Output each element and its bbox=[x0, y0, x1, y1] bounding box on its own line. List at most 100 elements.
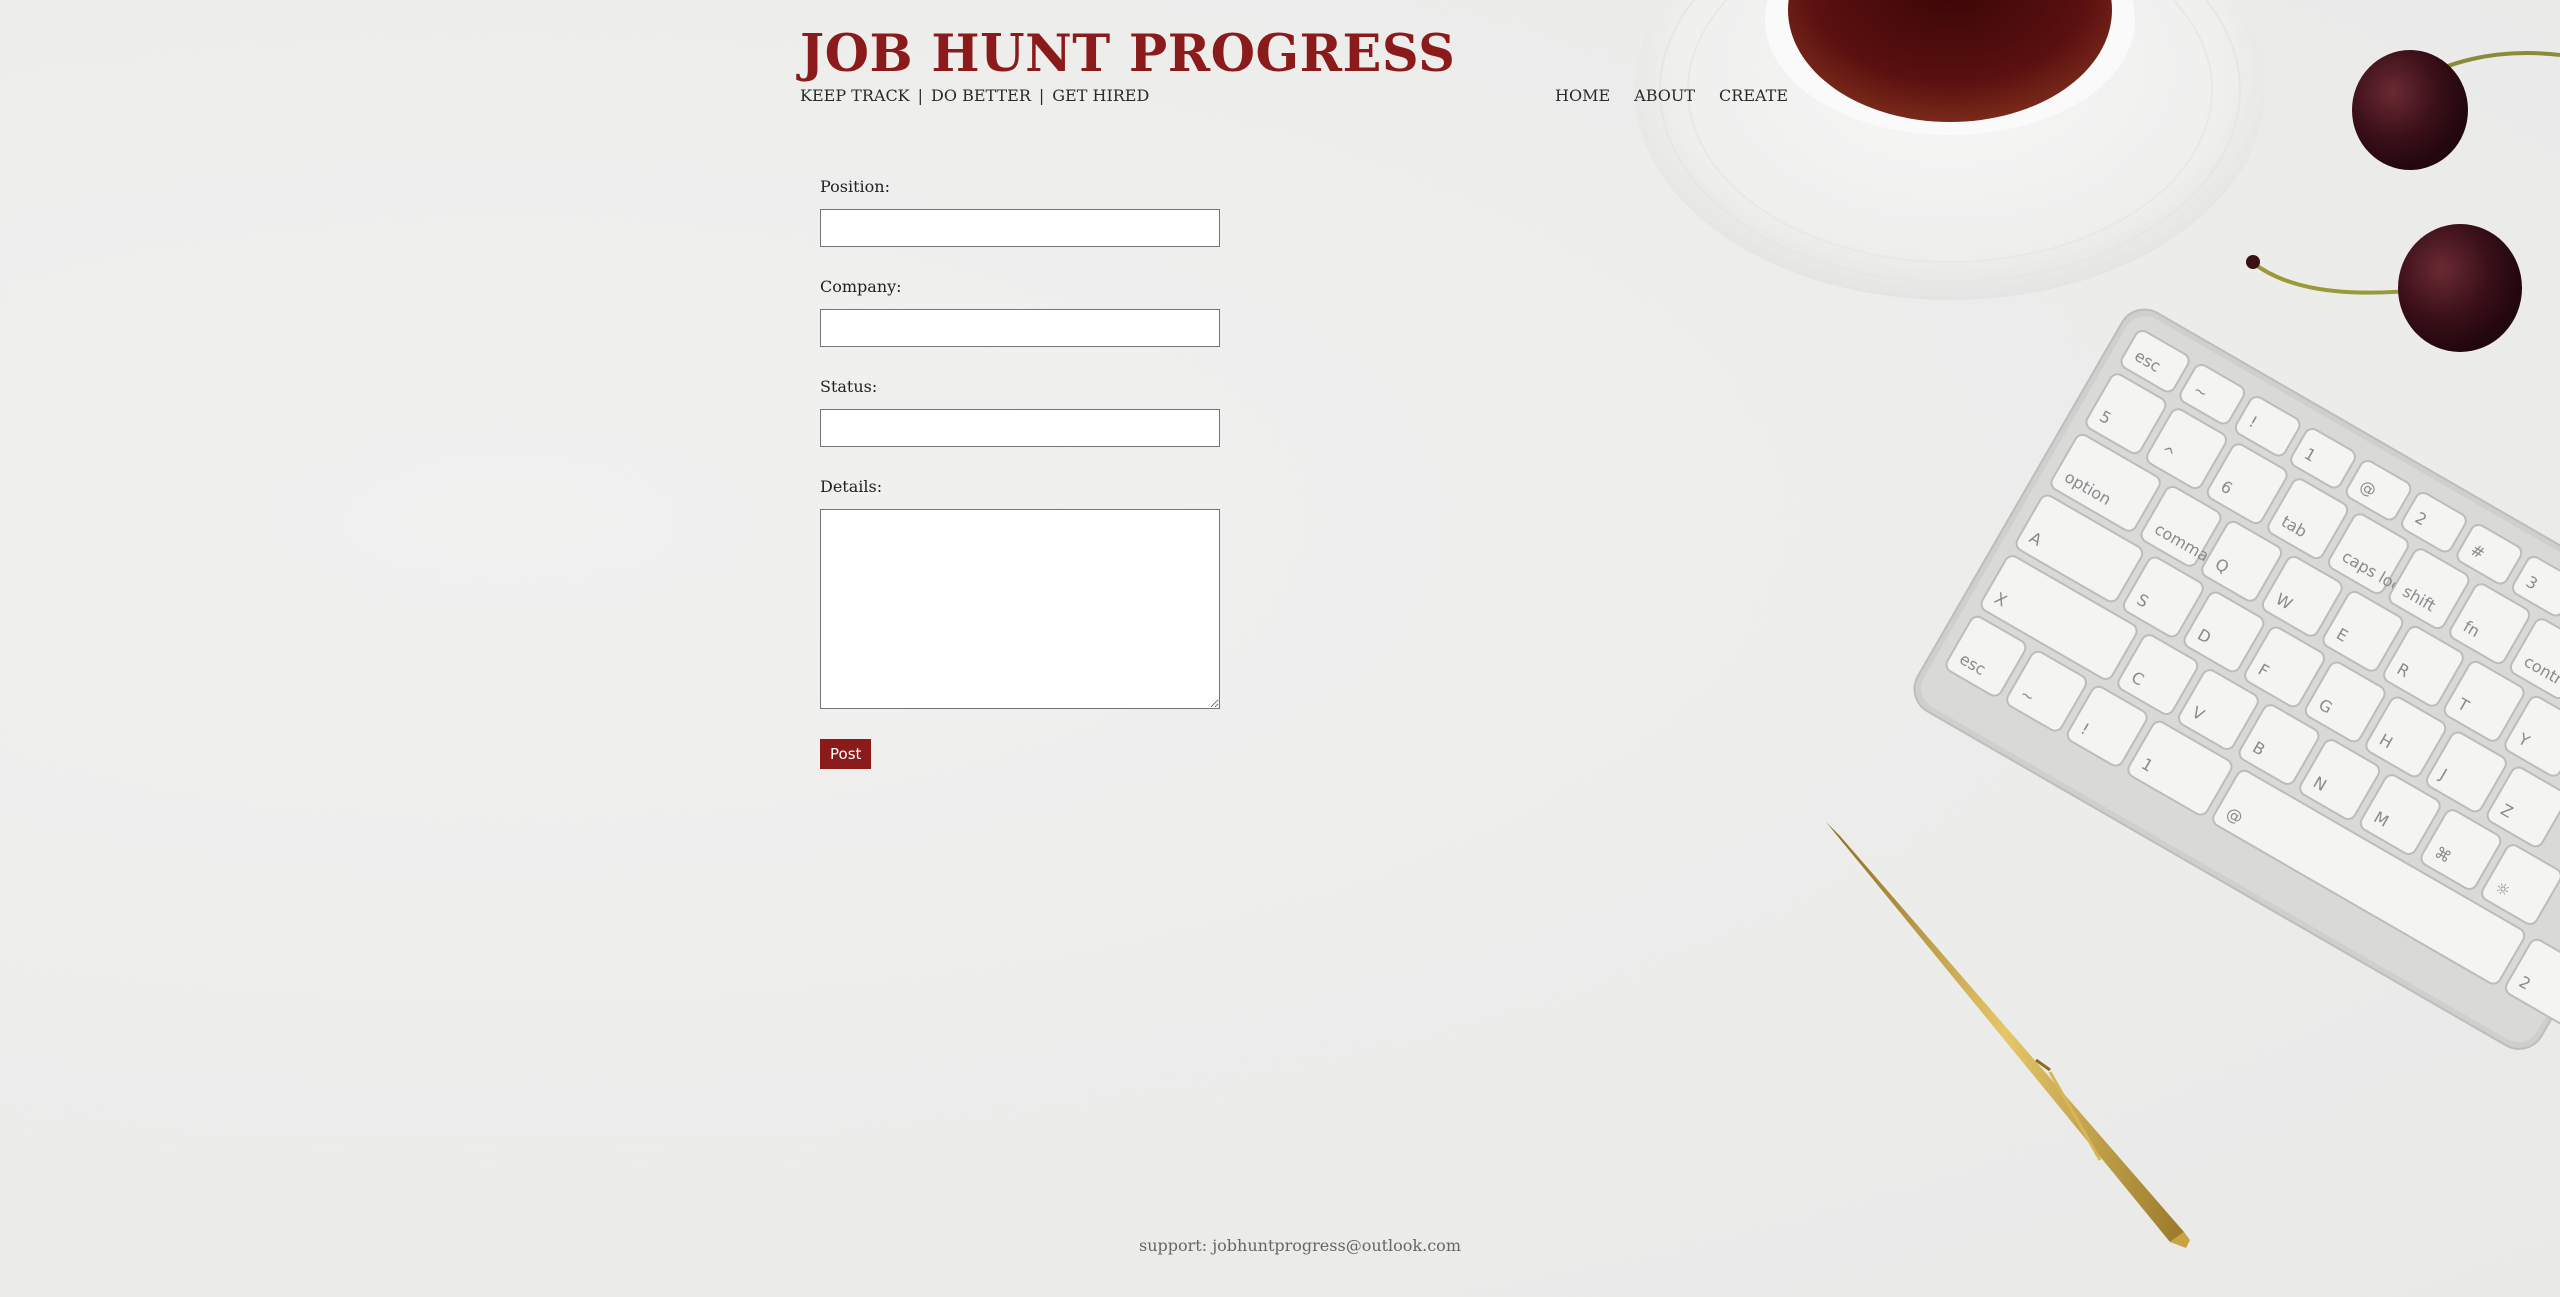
keyboard-key-label: @ bbox=[2223, 803, 2246, 827]
keyboard-key-label: D bbox=[2194, 625, 2214, 648]
tagline: KEEP TRACK | DO BETTER | GET HIRED bbox=[800, 86, 1149, 105]
keyboard-key-label: fn bbox=[2460, 617, 2483, 641]
nav-home-link[interactable]: HOME bbox=[1555, 86, 1610, 105]
status-label: Status: bbox=[820, 377, 878, 396]
keyboard-key bbox=[2066, 685, 2148, 767]
keyboard-key bbox=[2345, 459, 2412, 521]
keyboard-key-label: esc bbox=[1956, 649, 1989, 679]
keyboard-key bbox=[2179, 363, 2246, 425]
keyboard-key bbox=[2201, 520, 2283, 602]
company-input[interactable] bbox=[820, 309, 1220, 347]
keyboard-key bbox=[2015, 494, 2144, 603]
keyboard-key bbox=[2504, 695, 2560, 777]
keyboard-key bbox=[2388, 548, 2470, 630]
keyboard-key-label: 1 bbox=[2138, 754, 2156, 776]
keyboard-key-label: ! bbox=[2077, 719, 2092, 739]
keyboard-key bbox=[2050, 433, 2161, 532]
keyboard-key-label: ☼ bbox=[2492, 878, 2514, 902]
nav-about-link[interactable]: ABOUT bbox=[1634, 86, 1695, 105]
keyboard-key-label: B bbox=[2249, 738, 2268, 760]
tagline-keep-track: KEEP TRACK bbox=[800, 86, 910, 105]
keyboard-key bbox=[2085, 373, 2167, 455]
keyboard-key bbox=[2426, 731, 2507, 813]
status-input[interactable] bbox=[820, 409, 1220, 447]
desk-photo-background: esc~!1@2#3$4%5^6tabcaps lockshiftfncontr… bbox=[1635, 0, 2560, 1248]
keyboard-image: esc~!1@2#3$4%5^6tabcaps lockshiftfncontr… bbox=[1913, 308, 2560, 1050]
keyboard-key bbox=[2234, 395, 2301, 457]
keyboard-key-label: 1 bbox=[2301, 444, 2319, 466]
keyboard-key-label: Z bbox=[2497, 800, 2516, 822]
keyboard-key-label: W bbox=[2273, 589, 2296, 613]
keyboard-key-label: 2 bbox=[2516, 972, 2534, 994]
keyboard-key-label: ~ bbox=[2017, 684, 2038, 707]
keyboard-key bbox=[2456, 523, 2523, 585]
keyboard-key-label: J bbox=[2436, 764, 2450, 783]
keyboard-key-label: esc bbox=[2131, 346, 2164, 376]
tagline-separator: | bbox=[1038, 86, 1045, 105]
keyboard-key bbox=[2212, 769, 2526, 985]
keyboard-key-label: tab bbox=[2278, 512, 2310, 542]
keyboard-key bbox=[2127, 720, 2233, 816]
keyboard-key-label: command bbox=[2151, 519, 2230, 575]
keyboard-key bbox=[2267, 478, 2349, 560]
keyboard-key bbox=[2244, 626, 2325, 708]
keyboard-key-label: H bbox=[2376, 730, 2396, 752]
position-input[interactable] bbox=[820, 209, 1220, 247]
keyboard-key bbox=[2238, 704, 2320, 785]
keyboard-key bbox=[2509, 618, 2560, 700]
keyboard-key-label: E bbox=[2333, 624, 2351, 646]
keyboard-key bbox=[2206, 443, 2288, 525]
keyboard-key-label: 2 bbox=[2412, 508, 2430, 530]
keyboard-key bbox=[2401, 491, 2467, 553]
keyboard-key-label: N bbox=[2310, 773, 2330, 795]
keyboard-key bbox=[2117, 634, 2199, 715]
tagline-separator: | bbox=[917, 86, 924, 105]
keyboard-key bbox=[2504, 938, 2560, 1034]
keyboard-key-label: M bbox=[2371, 808, 2392, 831]
keyboard-key-label: R bbox=[2394, 659, 2413, 681]
keyboard-key-label: G bbox=[2316, 695, 2336, 718]
keyboard-key-label: Y bbox=[2514, 729, 2533, 751]
support-email-text: support: jobhuntprogress@outlook.com bbox=[1139, 1236, 1461, 1255]
keyboard-key bbox=[2443, 660, 2525, 742]
keyboard-key bbox=[2120, 329, 2190, 393]
footer: support: jobhuntprogress@outlook.com bbox=[0, 1236, 2560, 1255]
post-button[interactable]: Post bbox=[820, 739, 872, 769]
position-label: Position: bbox=[820, 177, 890, 196]
keyboard-key bbox=[2383, 625, 2464, 707]
tagline-do-better: DO BETTER bbox=[931, 86, 1031, 105]
keyboard-key bbox=[1945, 615, 2027, 697]
keyboard-key-label: control bbox=[2521, 652, 2560, 696]
keyboard-key-label: 3 bbox=[2523, 572, 2541, 594]
keyboard-key bbox=[2290, 427, 2356, 489]
keyboard-key bbox=[2006, 650, 2087, 732]
keyboard-key-label: # bbox=[2467, 540, 2488, 563]
keyboard-key bbox=[2122, 556, 2204, 638]
keyboard-key-label: A bbox=[2026, 528, 2045, 550]
keyboard-key bbox=[2420, 809, 2502, 890]
job-entry-form: Position: Company: Status: Details: Post bbox=[820, 177, 1220, 769]
keyboard-key bbox=[2511, 555, 2560, 617]
keyboard-key-label: option bbox=[2061, 467, 2114, 509]
keyboard-key-label: ! bbox=[2246, 412, 2261, 432]
keyboard-key bbox=[2140, 485, 2222, 567]
keyboard-key bbox=[2359, 774, 2441, 855]
keyboard-key-label: @ bbox=[2356, 476, 2379, 500]
keyboard-key bbox=[2146, 408, 2227, 490]
keyboard-key-label: 6 bbox=[2217, 477, 2235, 499]
keyboard-key-label: shift bbox=[2399, 582, 2438, 616]
keyboard-key bbox=[2365, 696, 2447, 778]
keyboard-key-label: F bbox=[2255, 660, 2272, 681]
keyboard-key bbox=[2449, 583, 2531, 665]
keyboard-key bbox=[2177, 669, 2259, 750]
pen-image bbox=[1826, 822, 2190, 1248]
keyboard-key-label: caps lock bbox=[2339, 547, 2414, 601]
tagline-get-hired: GET HIRED bbox=[1052, 86, 1150, 105]
company-label: Company: bbox=[820, 277, 902, 296]
keyboard-key bbox=[2481, 844, 2560, 925]
details-textarea[interactable] bbox=[820, 509, 1220, 709]
keyboard-key bbox=[2183, 591, 2265, 673]
nav-create-link[interactable]: CREATE bbox=[1719, 86, 1788, 105]
coffee-cup-image bbox=[1635, 0, 2265, 300]
keyboard-key bbox=[2261, 555, 2343, 637]
